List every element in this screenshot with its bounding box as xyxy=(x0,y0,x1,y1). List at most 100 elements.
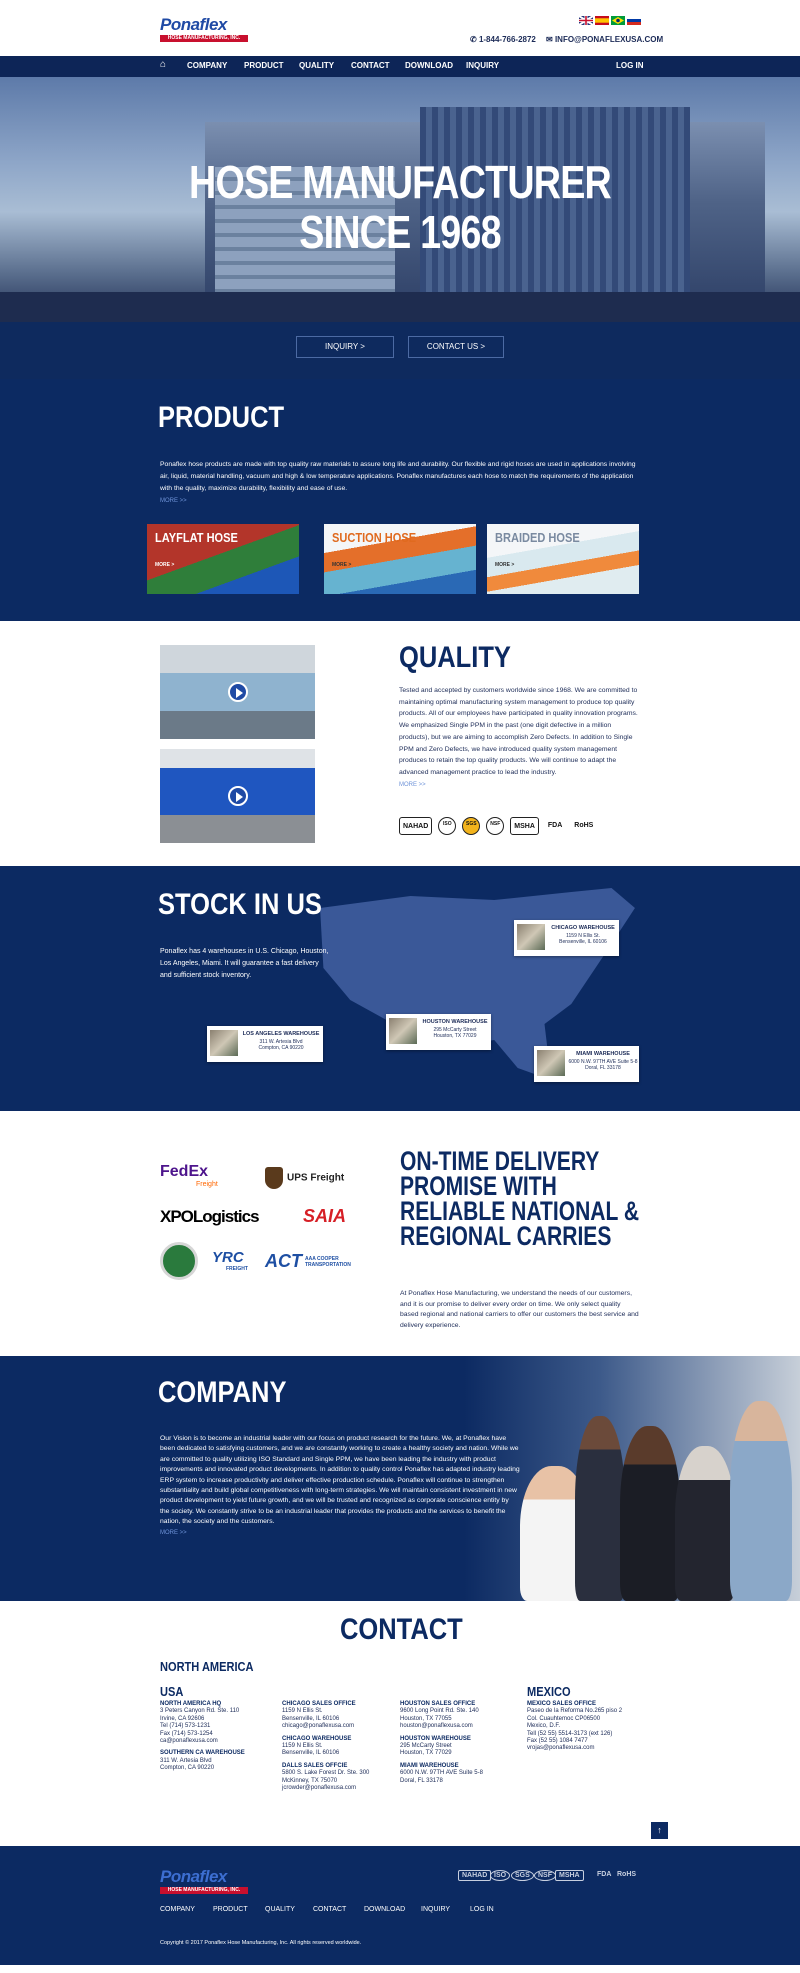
home-icon[interactable]: ⌂ xyxy=(160,59,166,70)
office-line: Fax (52 55) 1084 7477 xyxy=(527,1738,588,1745)
warehouse-card-houston[interactable]: HOUSTON WAREHOUSE 295 McCarty Street Hous… xyxy=(386,1014,491,1050)
layflat-more: MORE > xyxy=(155,562,175,568)
product-title: PRODUCT xyxy=(158,401,285,434)
inquiry-button[interactable]: INQUIRY > xyxy=(296,336,394,358)
office-title: CHICAGO WAREHOUSE xyxy=(282,1735,352,1742)
xpo-wordmark: XPOLogistics xyxy=(160,1207,260,1226)
old-dominion-logo xyxy=(160,1242,198,1280)
team-member xyxy=(730,1401,792,1601)
cta-band: INQUIRY > CONTACT US > xyxy=(0,322,800,379)
office-line: Compton, CA 90220 xyxy=(160,1765,215,1772)
ponaflex-logo[interactable]: Ponaflex HOSE MANUFACTURING, INC. xyxy=(160,16,248,44)
rohs-logo: RoHS xyxy=(574,822,594,829)
brazil-flag-icon[interactable] xyxy=(611,16,625,25)
office-line: Bensenville, IL 60106 xyxy=(282,1750,340,1757)
warehouse-card-chicago[interactable]: CHICAGO WAREHOUSE 1159 N Ellis St. Bensen… xyxy=(514,920,619,956)
company-more-link[interactable]: MORE >> xyxy=(160,1530,187,1536)
office-email[interactable]: ca@ponaflexusa.com xyxy=(160,1738,245,1745)
fedex-logo: FedEx Freight xyxy=(160,1163,218,1188)
nav-product[interactable]: PRODUCT xyxy=(244,61,284,70)
team-member xyxy=(675,1446,735,1601)
footer-logo-subtitle: HOSE MANUFACTURING, INC. xyxy=(160,1887,248,1894)
company-description: Our Vision is to become an industrial le… xyxy=(160,1435,520,1526)
quality-description: Tested and accepted by customers worldwi… xyxy=(399,687,638,776)
office-title: HOUSTON WAREHOUSE xyxy=(400,1735,471,1742)
office-line: 9600 Long Point Rd. Ste. 140 xyxy=(400,1708,479,1715)
warehouse-address: 1159 N Ellis St. Bensenville, IL 60106 xyxy=(548,933,618,945)
office-line: Doral, FL 33178 xyxy=(400,1777,443,1784)
office-line: Bensenville, IL 60106 xyxy=(282,1715,340,1722)
usa-heading: USA xyxy=(160,1684,184,1699)
nav-download[interactable]: DOWNLOAD xyxy=(405,61,453,70)
quality-more-link[interactable]: MORE >> xyxy=(399,782,426,788)
office-title: MIAMI WAREHOUSE xyxy=(400,1762,459,1769)
contact-us-button[interactable]: CONTACT US > xyxy=(408,336,504,358)
nav-login[interactable]: LOG IN xyxy=(616,61,644,70)
office-title: MEXICO SALES OFFICE xyxy=(527,1701,597,1707)
language-flags xyxy=(579,16,641,25)
hero-line-2: SINCE 1968 xyxy=(299,206,501,258)
footer-link-inquiry[interactable]: INQUIRY xyxy=(421,1906,450,1913)
office-title: SOUTHERN CA WAREHOUSE xyxy=(160,1750,245,1757)
warehouse-photo xyxy=(517,924,545,950)
nav-contact[interactable]: CONTACT xyxy=(351,61,390,70)
fda-logo: FDA xyxy=(547,822,563,829)
warehouse-card-los-angeles[interactable]: LOS ANGELES WAREHOUSE 311 W. Artesia Blv… xyxy=(207,1026,323,1062)
contact-column-3: HOUSTON SALES OFFICE 9600 Long Point Rd.… xyxy=(400,1701,483,1785)
product-card-braided[interactable]: BRAIDED HOSE MORE > xyxy=(487,524,639,594)
office-title: CHICAGO SALES OFFICE xyxy=(282,1701,356,1707)
act-wordmark: ACT xyxy=(265,1251,302,1271)
office-email[interactable]: vrojas@ponaflexusa.com xyxy=(527,1745,622,1752)
email-contact[interactable]: ✉ INFO@PONAFLEXUSA.COM xyxy=(546,35,663,44)
nsf-logo: NSF xyxy=(486,817,505,835)
footer-nsf-logo: NSF xyxy=(534,1870,556,1881)
footer-link-quality[interactable]: QUALITY xyxy=(265,1906,295,1913)
warehouse-addr-2: Doral, FL 33178 xyxy=(585,1065,621,1071)
russia-flag-icon[interactable] xyxy=(627,16,641,25)
product-card-layflat[interactable]: LAYFLAT HOSE MORE > xyxy=(147,524,299,594)
logo-subtitle: HOSE MANUFACTURING, INC. xyxy=(160,35,248,42)
office-line: Irvine, CA 92606 xyxy=(160,1715,205,1722)
site-footer: Ponaflex HOSE MANUFACTURING, INC. NAHAD … xyxy=(0,1846,800,1965)
product-more-link[interactable]: MORE >> xyxy=(160,498,187,504)
footer-link-product[interactable]: PRODUCT xyxy=(213,1906,248,1913)
play-icon[interactable] xyxy=(228,786,248,806)
play-icon[interactable] xyxy=(228,682,248,702)
product-card-suction[interactable]: SUCTION HOSE MORE > xyxy=(324,524,476,594)
contact-section: CONTACT NORTH AMERICA USA MEXICO NORTH A… xyxy=(0,1601,800,1846)
stock-section: STOCK IN US Ponaflex has 4 warehouses in… xyxy=(0,866,800,1111)
contact-column-2: CHICAGO SALES OFFICE 1159 N Ellis St. Be… xyxy=(282,1701,369,1792)
warehouse-addr-2: Houston, TX 77029 xyxy=(433,1033,477,1039)
warehouse-name: MIAMI WAREHOUSE xyxy=(576,1051,630,1057)
nav-quality[interactable]: QUALITY xyxy=(299,61,334,70)
office-email[interactable]: jcrowder@ponaflexusa.com xyxy=(282,1785,369,1792)
phone-icon: ✆ xyxy=(470,35,479,44)
quality-video-1[interactable] xyxy=(160,645,315,739)
quality-video-2[interactable] xyxy=(160,749,315,843)
nav-company[interactable]: COMPANY xyxy=(187,61,227,70)
delivery-title: ON-TIME DELIVERY PROMISE WITH RELIABLE N… xyxy=(400,1146,640,1251)
warehouse-card-miami[interactable]: MIAMI WAREHOUSE 6000 N.W. 97TH AVE Suite… xyxy=(534,1046,639,1082)
footer-link-contact[interactable]: CONTACT xyxy=(313,1906,346,1913)
fedex-wordmark: FedEx xyxy=(160,1163,209,1180)
iso-logo: ISO xyxy=(438,817,457,835)
nav-inquiry[interactable]: INQUIRY xyxy=(466,61,499,70)
office-email[interactable]: houston@ponaflexusa.com xyxy=(400,1723,483,1730)
yrc-wordmark: YRC xyxy=(212,1249,244,1266)
office-line: 1159 N Ellis St. xyxy=(282,1743,323,1750)
uk-flag-icon[interactable] xyxy=(579,16,593,25)
footer-link-download[interactable]: DOWNLOAD xyxy=(364,1906,405,1913)
footer-logo[interactable]: Ponaflex HOSE MANUFACTURING, INC. xyxy=(160,1868,248,1896)
company-title: COMPANY xyxy=(158,1376,287,1409)
spain-flag-icon[interactable] xyxy=(595,16,609,25)
scroll-to-top-button[interactable]: ↑ xyxy=(651,1822,668,1839)
office-line: 1159 N Ellis St. xyxy=(282,1708,323,1715)
footer-link-login[interactable]: LOG IN xyxy=(470,1906,494,1913)
copyright-text: Copyright © 2017 Ponaflex Hose Manufactu… xyxy=(160,1940,362,1946)
office-email[interactable]: chicago@ponaflexusa.com xyxy=(282,1723,369,1730)
footer-link-company[interactable]: COMPANY xyxy=(160,1906,195,1913)
product-section: PRODUCT Ponaflex hose products are made … xyxy=(0,379,800,621)
phone-contact[interactable]: ✆ 1-844-766-2872 xyxy=(470,35,536,44)
stock-title: STOCK IN US xyxy=(158,888,322,921)
ground xyxy=(0,292,800,322)
